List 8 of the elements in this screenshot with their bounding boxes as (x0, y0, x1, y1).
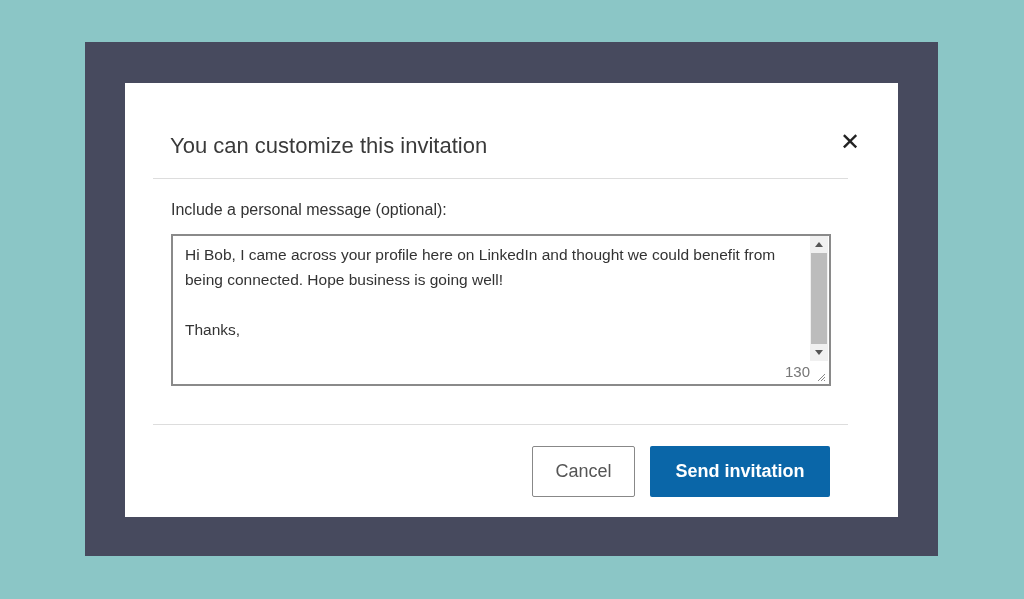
dialog-title: You can customize this invitation (170, 131, 488, 159)
cancel-button[interactable]: Cancel (532, 446, 635, 497)
close-button[interactable]: ✕ (839, 129, 860, 154)
scrollbar[interactable] (810, 236, 828, 361)
resize-handle[interactable] (816, 372, 826, 382)
send-button[interactable]: Send invitation (650, 446, 830, 497)
character-counter: 130 (784, 363, 810, 380)
field-label: Include a personal message (optional): (171, 201, 448, 219)
